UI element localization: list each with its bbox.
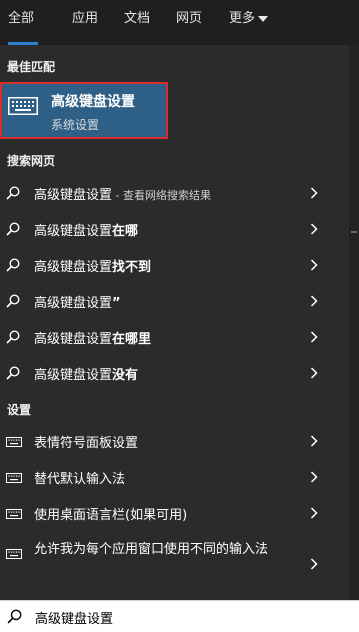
settings-item-label: 允许我为每个应用窗口使用不同的输入法 <box>34 542 269 557</box>
tab-apps[interactable]: 应用 <box>72 0 98 45</box>
web-result-label: 高级键盘设置” <box>34 296 121 311</box>
settings-item[interactable]: 表情符号面板设置 <box>0 423 349 459</box>
settings-item[interactable]: 使用桌面语言栏(如果可用) <box>0 495 349 531</box>
web-result-item[interactable]: 高级键盘设置 - 查看网络搜索结果 <box>0 175 349 211</box>
scrollbar[interactable] <box>349 45 359 600</box>
web-result-label: 高级键盘设置 - 查看网络搜索结果 <box>34 188 211 203</box>
tab-web[interactable]: 网页 <box>176 0 202 45</box>
search-icon <box>6 222 20 236</box>
search-icon <box>7 609 22 624</box>
chevron-right-icon <box>310 471 318 483</box>
search-icon <box>6 294 20 308</box>
best-match-header: 最佳匹配 <box>7 60 56 74</box>
chevron-right-icon <box>310 259 318 271</box>
best-match-title: 高级键盘设置 <box>51 94 135 110</box>
settings-item-label: 表情符号面板设置 <box>34 436 139 451</box>
chevron-right-icon <box>310 331 318 343</box>
chevron-right-icon <box>310 223 318 235</box>
chevron-down-icon <box>258 15 269 22</box>
chevron-right-icon <box>310 435 318 447</box>
search-input[interactable]: 高级键盘设置 <box>35 608 113 627</box>
web-result-item[interactable]: 高级键盘设置找不到 <box>0 247 349 283</box>
keyboard-icon <box>6 473 22 483</box>
settings-item[interactable]: 允许我为每个应用窗口使用不同的输入法 <box>0 536 349 592</box>
tab-all[interactable]: 全部 <box>8 0 38 45</box>
settings-item[interactable]: 替代默认输入法 <box>0 459 349 495</box>
search-icon <box>6 186 20 200</box>
web-result-label: 高级键盘设置没有 <box>34 368 139 383</box>
chevron-right-icon <box>310 367 318 379</box>
search-icon <box>6 330 20 344</box>
keyboard-icon <box>6 509 22 519</box>
chevron-right-icon <box>310 558 318 570</box>
scrollbar-thumb[interactable] <box>351 231 357 233</box>
web-result-label: 高级键盘设置在哪 <box>34 224 139 239</box>
tab-more[interactable]: 更多 <box>229 0 269 45</box>
settings-item-label: 替代默认输入法 <box>34 472 126 487</box>
keyboard-icon <box>8 97 38 115</box>
web-result-item[interactable]: 高级键盘设置没有 <box>0 355 349 391</box>
web-result-label: 高级键盘设置在哪里 <box>34 332 152 347</box>
settings-item-label: 使用桌面语言栏(如果可用) <box>34 508 188 523</box>
chevron-right-icon <box>310 295 318 307</box>
keyboard-icon <box>6 549 22 559</box>
settings-header: 设置 <box>7 403 32 417</box>
web-result-item[interactable]: 高级键盘设置在哪 <box>0 211 349 247</box>
search-icon <box>6 366 20 380</box>
web-result-label: 高级键盘设置找不到 <box>34 260 152 275</box>
filter-tabs: 全部 应用 文档 网页 更多 <box>0 0 359 45</box>
tab-documents[interactable]: 文档 <box>124 0 150 45</box>
web-result-item[interactable]: 高级键盘设置在哪里 <box>0 319 349 355</box>
chevron-right-icon <box>310 507 318 519</box>
best-match-subtitle: 系统设置 <box>51 118 100 132</box>
web-search-header: 搜索网页 <box>7 154 56 168</box>
chevron-right-icon <box>310 187 318 199</box>
web-result-item[interactable]: 高级键盘设置” <box>0 283 349 319</box>
keyboard-icon <box>6 437 22 447</box>
search-icon <box>6 258 20 272</box>
search-box[interactable]: 高级键盘设置 <box>0 600 359 632</box>
